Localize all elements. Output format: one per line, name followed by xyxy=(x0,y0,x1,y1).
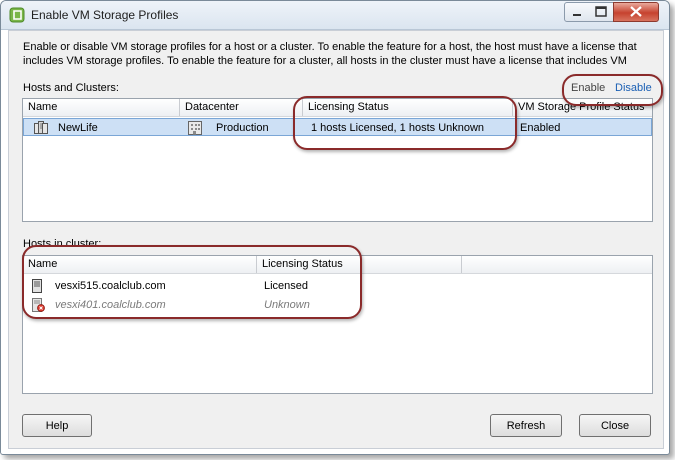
host-licensing-status: Unknown xyxy=(264,299,310,311)
table-row[interactable]: vesxi401.coalclub.com Unknown xyxy=(23,296,652,314)
vsphere-app-icon xyxy=(9,7,25,23)
description-text: Enable or disable VM storage profiles fo… xyxy=(23,41,637,67)
hosts-clusters-table: Name Datacenter Licensing Status VM Stor… xyxy=(22,98,653,222)
maximize-button[interactable] xyxy=(589,2,614,22)
hosts-in-cluster-table: Name Licensing Status vesxi515.coalclub.… xyxy=(22,255,653,394)
maximize-icon xyxy=(595,6,607,17)
column-header-vm-storage-profile-status[interactable]: VM Storage Profile Status xyxy=(513,99,652,116)
table-header: Name Datacenter Licensing Status VM Stor… xyxy=(23,99,652,117)
host-disconnected-icon xyxy=(32,298,45,312)
hosts-clusters-label: Hosts and Clusters: xyxy=(23,82,119,94)
dialog-window: Enable VM Storage Profiles Enable or dis… xyxy=(0,0,670,455)
close-icon xyxy=(630,6,642,17)
column-header-licensing-status[interactable]: Licensing Status xyxy=(257,256,462,273)
cluster-icon xyxy=(34,121,48,134)
table-header: Name Licensing Status xyxy=(23,256,652,274)
close-window-button[interactable] xyxy=(613,2,659,22)
column-header-name[interactable]: Name xyxy=(23,99,180,116)
close-button[interactable]: Close xyxy=(579,414,651,437)
dialog-body: Enable or disable VM storage profiles fo… xyxy=(8,30,664,449)
host-licensing-status: Licensed xyxy=(264,280,309,292)
column-header-licensing-status[interactable]: Licensing Status xyxy=(303,99,513,116)
profile-status-value: Enabled xyxy=(520,122,561,134)
host-name: vesxi401.coalclub.com xyxy=(55,299,166,311)
column-header-datacenter[interactable]: Datacenter xyxy=(180,99,303,116)
licensing-status-value: 1 hosts Licensed, 1 hosts Unknown xyxy=(311,122,485,134)
disable-link[interactable]: Disable xyxy=(615,82,652,94)
refresh-button[interactable]: Refresh xyxy=(490,414,562,437)
cluster-name: NewLife xyxy=(58,122,98,134)
window-title: Enable VM Storage Profiles xyxy=(31,8,179,22)
minimize-icon xyxy=(573,14,581,16)
datacenter-name: Production xyxy=(216,122,269,134)
minimize-button[interactable] xyxy=(564,2,590,22)
hosts-in-cluster-label: Hosts in cluster: xyxy=(23,238,102,250)
enable-link[interactable]: Enable xyxy=(571,82,605,94)
host-icon xyxy=(32,279,42,293)
host-name: vesxi515.coalclub.com xyxy=(55,280,166,292)
title-bar[interactable]: Enable VM Storage Profiles xyxy=(1,1,669,30)
table-row[interactable]: NewLife Production 1 hosts Licensed, 1 h… xyxy=(23,118,652,136)
datacenter-icon xyxy=(188,121,202,135)
help-button[interactable]: Help xyxy=(22,414,92,437)
column-header-name[interactable]: Name xyxy=(23,256,257,273)
column-header-empty xyxy=(462,256,652,273)
table-row[interactable]: vesxi515.coalclub.com Licensed xyxy=(23,277,652,295)
